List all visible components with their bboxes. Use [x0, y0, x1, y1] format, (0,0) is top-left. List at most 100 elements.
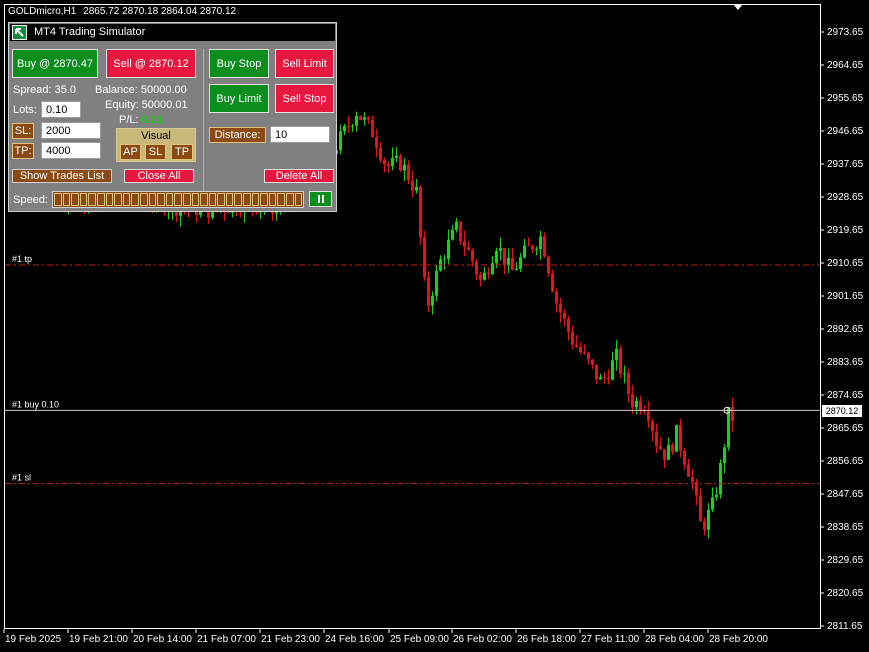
speed-segment[interactable]	[200, 193, 208, 206]
date-tick-label: 27 Feb 11:00	[581, 634, 640, 645]
panel-titlebar[interactable]: MT4 Trading Simulator	[10, 24, 335, 41]
speed-segment[interactable]	[79, 193, 88, 206]
tp-label[interactable]: TP:	[12, 143, 34, 159]
speed-segment[interactable]	[268, 193, 277, 206]
pause-button[interactable]	[309, 191, 332, 207]
date-tick-label: 19 Feb 2025	[5, 634, 62, 645]
sl-input[interactable]	[41, 122, 101, 139]
buy-market-button[interactable]: Buy @ 2870.47	[12, 49, 98, 78]
price-tick-label: 2955.65	[827, 93, 864, 104]
speed-label: Speed:	[13, 194, 48, 206]
date-tick-label: 19 Feb 21:00	[69, 634, 128, 645]
lots-label: Lots:	[13, 104, 37, 116]
speed-segment[interactable]	[243, 193, 251, 206]
ohlc-values: 2865.72 2870.18 2864.04 2870.12	[83, 6, 237, 17]
speed-segment[interactable]	[54, 193, 62, 206]
date-tick-label: 24 Feb 16:00	[325, 634, 384, 645]
price-tick-label: 2847.65	[827, 489, 864, 500]
speed-segment[interactable]	[286, 193, 294, 206]
speed-segment[interactable]	[105, 193, 114, 206]
speed-segment[interactable]	[225, 193, 234, 206]
tp-input[interactable]	[41, 142, 101, 159]
buy-limit-button[interactable]: Buy Limit	[209, 84, 269, 113]
speed-segment[interactable]	[277, 193, 286, 206]
panel-title: MT4 Trading Simulator	[34, 26, 146, 38]
speed-segment[interactable]	[208, 193, 217, 206]
price-tick-label: 2838.65	[827, 522, 864, 533]
speed-segment[interactable]	[122, 193, 131, 206]
visual-sl-button[interactable]: SL	[145, 144, 166, 160]
show-trades-list-button[interactable]: Show Trades List	[12, 169, 112, 183]
date-tick-label: 21 Feb 23:00	[261, 634, 320, 645]
pl-label: P/L: 0.01	[119, 114, 163, 126]
distance-input[interactable]	[270, 126, 330, 143]
pl-label-text: P/L:	[119, 114, 139, 126]
speed-segment[interactable]	[294, 193, 303, 206]
speed-segment[interactable]	[139, 193, 148, 206]
pl-value: 0.01	[141, 114, 164, 126]
trading-simulator-panel: MT4 Trading Simulator Buy @ 2870.47 Sell…	[8, 22, 337, 212]
sl-label[interactable]: SL:	[12, 123, 34, 139]
sell-market-button[interactable]: Sell @ 2870.12	[106, 49, 196, 78]
date-tick-label: 25 Feb 09:00	[390, 634, 449, 645]
equity-label: Equity: 50000.01	[105, 99, 188, 111]
lots-input[interactable]	[41, 101, 81, 118]
price-tick-label: 2964.65	[827, 60, 864, 71]
delete-all-button[interactable]: Delete All	[264, 169, 334, 183]
price-tick-label: 2919.65	[827, 225, 864, 236]
speed-segment[interactable]	[148, 193, 157, 206]
speed-segment[interactable]	[131, 193, 139, 206]
date-tick-label: 28 Feb 20:00	[709, 634, 768, 645]
speed-segment[interactable]	[71, 193, 79, 206]
speed-segment[interactable]	[234, 193, 243, 206]
price-tick-label: 2883.65	[827, 357, 864, 368]
speed-segment[interactable]	[174, 193, 182, 206]
speed-segment[interactable]	[114, 193, 122, 206]
price-tick-label: 2856.65	[827, 456, 864, 467]
price-tick-label: 2892.65	[827, 324, 864, 335]
close-all-button[interactable]: Close All	[124, 169, 194, 183]
visual-group: Visual AP SL TP	[116, 128, 196, 162]
speed-segment[interactable]	[62, 193, 71, 206]
speed-segment[interactable]	[165, 193, 174, 206]
speed-slider[interactable]	[52, 191, 304, 208]
date-tick-label: 26 Feb 02:00	[453, 634, 512, 645]
price-tick-label: 2973.65	[827, 27, 864, 38]
speed-segment[interactable]	[96, 193, 105, 206]
speed-segment[interactable]	[182, 193, 191, 206]
pause-icon	[317, 195, 324, 203]
date-tick-label: 21 Feb 07:00	[197, 634, 256, 645]
balance-label: Balance: 50000.00	[95, 84, 187, 96]
price-tick-label: 2901.65	[827, 291, 864, 302]
sell-stop-button[interactable]: Sell Stop	[275, 84, 334, 113]
price-tick-label: 2937.65	[827, 159, 864, 170]
visual-tp-button[interactable]: TP	[171, 144, 193, 160]
collapse-arrow-icon[interactable]	[12, 25, 27, 40]
sell-limit-button[interactable]: Sell Limit	[275, 49, 334, 78]
price-tick-label: 2874.65	[827, 390, 864, 401]
speed-segment[interactable]	[191, 193, 200, 206]
speed-segment[interactable]	[88, 193, 96, 206]
price-tick-label: 2946.65	[827, 126, 864, 137]
price-tick-label: 2910.65	[827, 258, 864, 269]
speed-segment[interactable]	[251, 193, 260, 206]
symbol-label: GOLDmicro,H1	[8, 6, 77, 17]
spread-label: Spread: 35.0	[13, 84, 76, 96]
distance-label: Distance:	[209, 127, 266, 143]
chart-shift-marker[interactable]	[733, 4, 743, 11]
price-tick-label: 2865.65	[827, 423, 864, 434]
price-tick-label: 2811.65	[827, 621, 863, 632]
price-tick-label: 2928.65	[827, 192, 864, 203]
panel-divider	[203, 49, 204, 205]
price-tick-label: 2829.65	[827, 555, 864, 566]
price-tick-label: 2820.65	[827, 588, 864, 599]
date-tick-label: 26 Feb 18:00	[517, 634, 576, 645]
speed-segment[interactable]	[217, 193, 225, 206]
chart-header: GOLDmicro,H1 2865.72 2870.18 2864.04 287…	[8, 6, 236, 17]
speed-segment[interactable]	[260, 193, 268, 206]
visual-ap-button[interactable]: AP	[120, 144, 141, 160]
speed-segment[interactable]	[157, 193, 165, 206]
current-price-tag: 2870.12	[822, 405, 862, 417]
visual-title: Visual	[141, 130, 171, 142]
buy-stop-button[interactable]: Buy Stop	[209, 49, 269, 78]
